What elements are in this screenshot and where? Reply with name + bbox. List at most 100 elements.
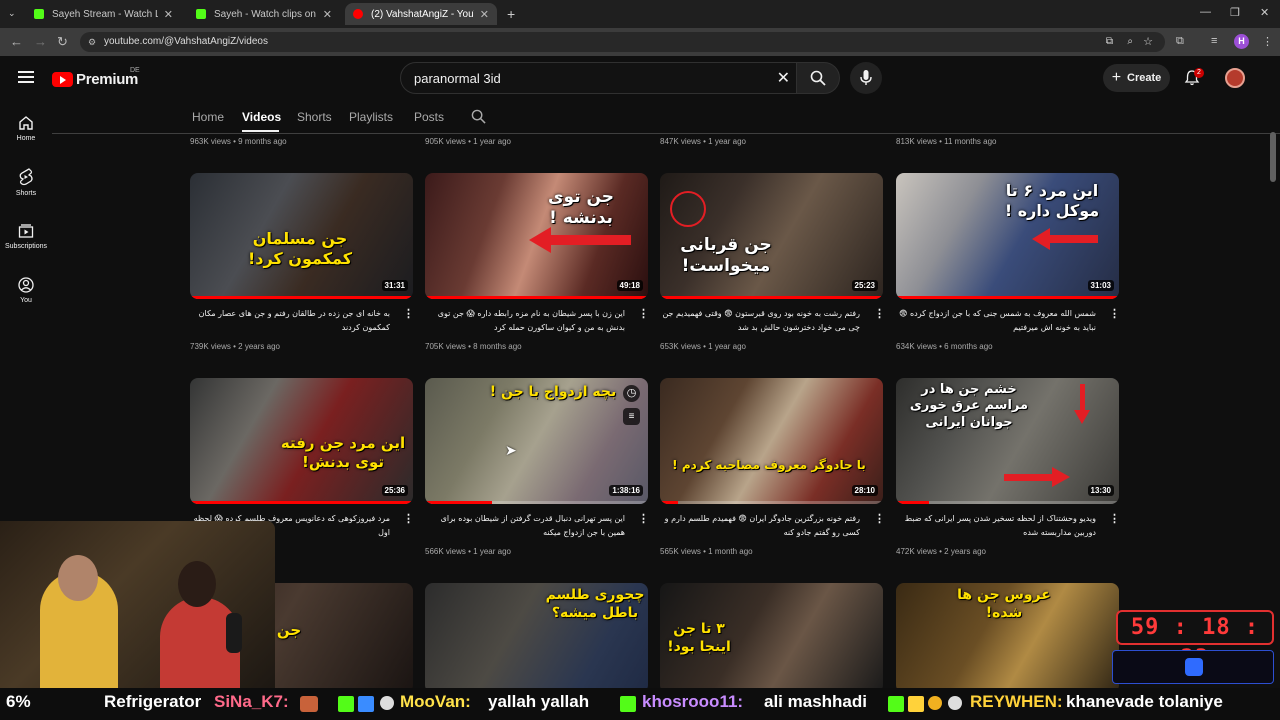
browser-tab-youtube[interactable]: (2) VahshatAngiZ - YouTube ✕ [345, 3, 497, 25]
video-title[interactable]: رفتم رشت به خونه بود روی قبرستون 😨 وقتی … [660, 307, 860, 335]
stream-timer: 59 : 18 : 23 [1116, 610, 1274, 671]
sidebar-item-subscriptions[interactable]: Subscriptions [0, 223, 52, 250]
watch-progress-bar [425, 501, 492, 504]
more-actions-icon[interactable]: ⋮ [874, 514, 885, 525]
search-input[interactable] [414, 63, 754, 93]
video-thumbnail[interactable]: ۳ تا جن اینجا بود! [660, 583, 883, 693]
red-arrow-icon [1080, 384, 1085, 412]
extensions-icon[interactable]: ⧉ [1176, 35, 1184, 48]
media-control-icon[interactable]: ≡ [1211, 35, 1217, 47]
video-thumbnail[interactable]: چجوری طلسم باطل میشه؟ [425, 583, 648, 693]
ticker-item: yallah yallah [488, 692, 590, 711]
video-thumbnail[interactable]: این مرد جن رفته توی بدنش! 25:36 [190, 378, 413, 504]
youtube-premium-logo[interactable]: Premium DE [52, 67, 140, 88]
video-title[interactable]: به خانه ای جن زده در طالقان رفتم و جن ها… [190, 307, 390, 335]
minimize-icon[interactable]: — [1200, 6, 1211, 18]
video-title[interactable]: رفتم خونه بزرگترین جادوگر ایران 😨 فهمیدم… [660, 512, 860, 540]
red-arrow-icon [1032, 228, 1050, 250]
red-arrow-icon [1048, 235, 1098, 243]
menu-kebab-icon[interactable]: ⋮ [1262, 35, 1273, 48]
more-actions-icon[interactable]: ⋮ [403, 309, 414, 320]
user-circle-icon [18, 277, 34, 293]
back-icon[interactable]: ← [10, 34, 23, 49]
mouse-cursor-icon: ➤ [505, 442, 517, 458]
more-actions-icon[interactable]: ⋮ [874, 309, 885, 320]
zoom-icon[interactable]: ⌕ [1127, 32, 1133, 52]
thumbnail-overlay-text: جن توی بدنشه ! [547, 187, 615, 229]
tab-shorts[interactable]: Shorts [297, 110, 332, 124]
close-icon[interactable]: ✕ [323, 8, 332, 21]
search-icon [810, 70, 826, 86]
video-thumbnail[interactable]: بچه ازدواج با جن ! ◷ ≡ ➤ 1:38:16 [425, 378, 648, 504]
close-icon[interactable]: ✕ [480, 8, 489, 21]
forward-icon[interactable]: → [34, 34, 47, 49]
tab-home[interactable]: Home [192, 110, 224, 124]
highlight-circle-icon [670, 191, 706, 227]
video-title[interactable]: ویدیو وحشتناک از لحظه تسخیر شدن پسر ایرا… [896, 512, 1096, 540]
more-actions-icon[interactable]: ⋮ [638, 309, 649, 320]
video-title[interactable]: این پسر تهرانی دنبال قدرت گرفتن از شیطان… [425, 512, 625, 540]
watch-progress-bar [660, 296, 883, 299]
more-actions-icon[interactable]: ⋮ [638, 514, 649, 525]
sidebar-item-you[interactable]: You [0, 277, 52, 304]
channel-search-icon[interactable] [471, 109, 486, 129]
thumbnail-overlay-text: این مرد ۶ تا موکل داره ! [1004, 181, 1100, 220]
video-thumbnail[interactable]: خشم جن ها در مراسم عرق خوری جوانان ایران… [896, 378, 1119, 504]
red-arrow-icon [1074, 410, 1090, 424]
tab-videos[interactable]: Videos [242, 110, 281, 124]
reload-icon[interactable]: ↻ [57, 34, 68, 50]
thumbnail-overlay-text: با جادوگر معروف مصاحبه کردم ! [672, 458, 866, 472]
hamburger-menu-icon[interactable] [18, 70, 34, 88]
video-thumbnail[interactable]: جن مسلمان کمکمون کرد! 31:31 [190, 173, 413, 299]
tab-search-icon[interactable]: ⌄ [8, 8, 16, 19]
restore-icon[interactable]: ❐ [1230, 6, 1240, 19]
page-scrollbar-thumb[interactable] [1270, 132, 1276, 182]
clear-search-icon[interactable]: ✕ [777, 68, 790, 88]
voice-search-button[interactable] [850, 62, 882, 94]
duration-badge: 1:38:16 [609, 485, 643, 496]
video-meta: 566K views • 1 year ago [425, 547, 511, 556]
watch-progress-track [660, 501, 883, 504]
tab-playlists[interactable]: Playlists [349, 110, 393, 124]
more-actions-icon[interactable]: ⋮ [403, 514, 414, 525]
more-actions-icon[interactable]: ⋮ [1109, 309, 1120, 320]
profile-avatar[interactable]: H [1234, 34, 1249, 49]
close-window-icon[interactable]: ✕ [1260, 6, 1269, 19]
video-title[interactable]: این زن با پسر شیطان به نام مزه رابطه دار… [425, 307, 625, 335]
video-thumbnail[interactable]: با جادوگر معروف مصاحبه کردم ! 28:10 [660, 378, 883, 504]
ticker-item: REYWHEN: [970, 692, 1063, 711]
duration-badge: 31:31 [381, 280, 408, 291]
tab-posts[interactable]: Posts [414, 110, 444, 124]
close-icon[interactable]: ✕ [164, 8, 173, 21]
account-avatar[interactable] [1225, 68, 1245, 88]
stream-donation-widget [1112, 650, 1274, 684]
create-button[interactable]: + Create [1103, 64, 1170, 92]
webcam-microphone [226, 613, 242, 653]
new-tab-icon[interactable]: + [507, 6, 515, 22]
url-field[interactable]: ⚙ youtube.com/@VahshatAngiZ/videos ⧉ ⌕ ☆ [80, 32, 1165, 52]
add-to-queue-icon[interactable]: ≡ [623, 408, 640, 425]
more-actions-icon[interactable]: ⋮ [1109, 514, 1120, 525]
install-icon[interactable]: ⧉ [1106, 32, 1113, 52]
tabs-divider [52, 133, 1280, 134]
video-thumbnail[interactable]: عروس جن ها شده! [896, 583, 1119, 693]
site-info-icon[interactable]: ⚙ [88, 32, 96, 52]
thumbnail-overlay-text: جن مسلمان کمکمون کرد! [247, 229, 353, 268]
thumbnail-overlay-text: ۳ تا جن اینجا بود! [667, 621, 731, 655]
watch-later-icon[interactable]: ◷ [623, 385, 640, 402]
video-thumbnail[interactable]: جن توی بدنشه ! 49:18 [425, 173, 648, 299]
video-thumbnail[interactable]: این مرد ۶ تا موکل داره ! 31:03 [896, 173, 1119, 299]
bookmark-star-icon[interactable]: ☆ [1143, 32, 1153, 52]
watch-progress-track [896, 501, 1119, 504]
video-meta: 472K views • 2 years ago [896, 547, 986, 556]
thumbnail-overlay-text: عروس جن ها شده! [957, 587, 1051, 621]
video-meta: 565K views • 1 month ago [660, 547, 753, 556]
video-thumbnail[interactable]: جن قربانی میخواست! 25:23 [660, 173, 883, 299]
search-button[interactable] [796, 62, 840, 94]
browser-tab-kick-clips[interactable]: Sayeh - Watch clips on Kick ✕ [188, 3, 340, 25]
video-title[interactable]: شمس الله معروف به شمس جنی که با جن ازدوا… [896, 307, 1096, 335]
browser-tab-kick-stream[interactable]: Sayeh Stream - Watch Live on K ✕ [26, 3, 181, 25]
sidebar-item-home[interactable]: Home [0, 115, 52, 142]
sidebar-item-shorts[interactable]: Shorts [0, 168, 52, 197]
verified-badge-icon [358, 696, 374, 712]
